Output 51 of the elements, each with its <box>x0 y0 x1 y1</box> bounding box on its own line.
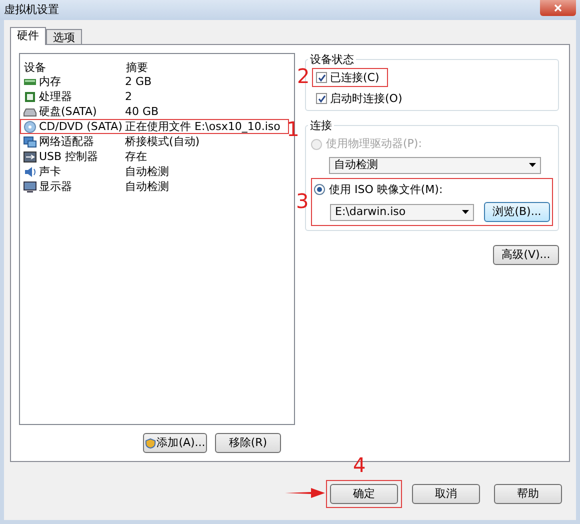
check-icon <box>318 94 326 102</box>
dialog-button[interactable]: 帮助 <box>494 484 562 504</box>
speaker-icon <box>23 166 37 178</box>
column-header: 设备 <box>24 60 47 74</box>
monitor-icon <box>23 180 37 192</box>
device-name: USB 控制器 <box>39 150 98 163</box>
device-summary: 40 GB <box>125 105 159 118</box>
device-summary: 正在使用文件 E:\osx10_10.iso <box>125 120 280 133</box>
checkbox[interactable] <box>316 72 327 83</box>
network-icon <box>23 136 37 148</box>
dialog-button[interactable]: 取消 <box>412 484 480 504</box>
device-summary: 2 GB <box>125 75 152 88</box>
radio-label: 使用物理驱动器(P): <box>326 136 422 152</box>
column-header: 摘要 <box>126 60 148 74</box>
device-summary: 存在 <box>125 150 147 163</box>
device-name: 硬盘(SATA) <box>39 105 97 118</box>
dialog-button[interactable]: 确定 <box>330 484 398 504</box>
tab[interactable]: 选项 <box>46 29 82 44</box>
device-summary: 桥接模式(自动) <box>125 135 200 148</box>
device-summary: 2 <box>125 90 132 103</box>
caret-icon <box>529 163 536 167</box>
device-name: CD/DVD (SATA) <box>39 120 122 133</box>
browse-button[interactable]: 浏览(B)... <box>484 202 550 222</box>
advanced-button[interactable]: 高级(V)... <box>493 245 559 265</box>
remove-button[interactable]: 移除(R) <box>215 433 281 453</box>
add-button[interactable]: 添加(A)... <box>143 433 207 453</box>
shield-icon <box>144 438 156 448</box>
annotation-number: 2 <box>297 66 310 86</box>
usb-icon <box>23 150 37 162</box>
radio-button[interactable] <box>314 184 325 196</box>
checkbox-label: 启动时连接(O) <box>330 92 402 105</box>
checkbox[interactable] <box>316 93 327 104</box>
device-name: 声卡 <box>39 165 61 178</box>
tab[interactable]: 硬件 <box>10 27 46 45</box>
window-title: 虚拟机设置 <box>4 2 59 18</box>
check-icon <box>318 74 326 82</box>
device-name: 内存 <box>39 75 61 88</box>
device-summary: 自动检测 <box>125 165 169 178</box>
device-name: 显示器 <box>39 180 72 193</box>
close-button[interactable] <box>540 0 576 16</box>
device-name: 处理器 <box>39 90 72 103</box>
dropdown[interactable]: E:\darwin.iso <box>330 204 474 220</box>
chip-icon <box>23 90 37 102</box>
device-summary: 自动检测 <box>125 180 169 193</box>
device-name: 网络适配器 <box>39 135 94 148</box>
caret-icon <box>462 210 469 214</box>
checkbox-label: 已连接(C) <box>330 71 380 84</box>
close-icon <box>554 4 562 12</box>
annotation-number: 3 <box>296 190 309 210</box>
annotation-number: 4 <box>353 455 366 475</box>
disc-icon <box>23 120 37 132</box>
